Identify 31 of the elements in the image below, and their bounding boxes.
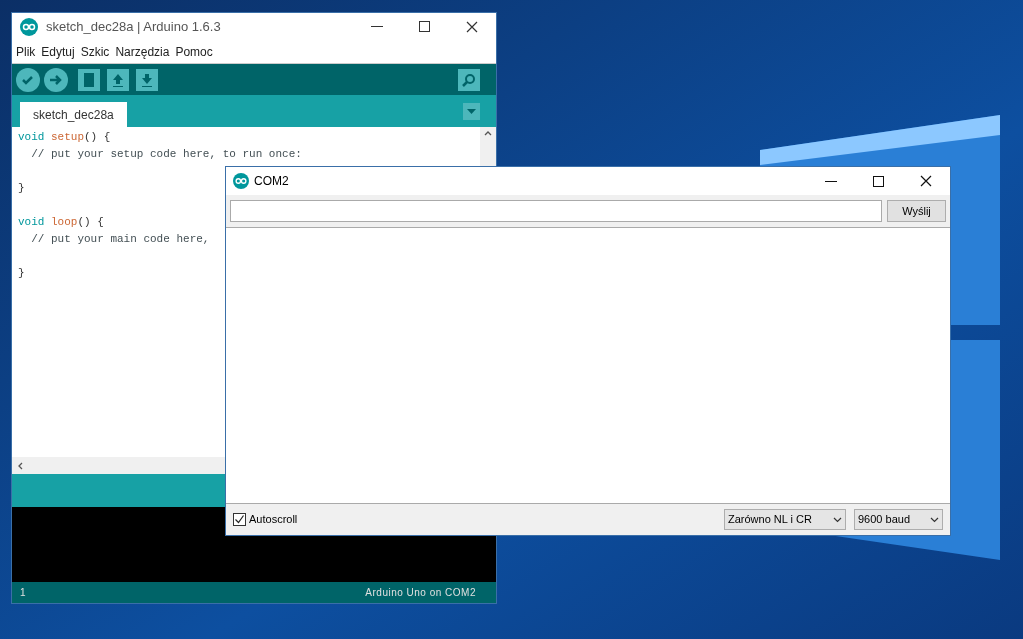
serial-monitor-search-icon[interactable] (458, 68, 480, 91)
chevron-down-icon (930, 516, 939, 523)
arduino-logo-icon (20, 17, 38, 36)
verify-check-icon[interactable] (16, 67, 40, 92)
maximize-icon[interactable] (873, 175, 884, 187)
new-file-icon[interactable] (78, 68, 100, 91)
window-title: sketch_dec28a | Arduino 1.6.3 (46, 17, 221, 36)
line-number: 1 (20, 586, 27, 600)
send-button[interactable]: Wyślij (887, 200, 946, 222)
menu-item[interactable]: Edytuj (41, 42, 75, 61)
scroll-left-icon[interactable] (17, 461, 23, 470)
send-input-field[interactable] (230, 200, 882, 222)
file-tab[interactable]: sketch_dec28a (20, 102, 127, 127)
scroll-up-icon[interactable] (484, 130, 492, 136)
arduino-logo-icon (233, 173, 249, 189)
menu-item[interactable]: Narzędzia (115, 42, 170, 61)
menu-item[interactable]: Pomoc (175, 42, 213, 61)
maximize-icon[interactable] (419, 21, 430, 32)
chevron-down-icon (833, 516, 842, 523)
window-title: COM2 (254, 173, 289, 190)
close-icon[interactable] (466, 20, 478, 33)
minimize-icon[interactable] (825, 180, 837, 182)
close-icon[interactable] (920, 175, 932, 187)
baud-rate-dropdown[interactable]: 9600 baud (854, 509, 943, 530)
tab-menu-dropdown-icon[interactable] (463, 103, 480, 120)
autoscroll-label: Autoscroll (249, 512, 298, 528)
line-ending-dropdown[interactable]: Zarówno NL i CR (724, 509, 846, 530)
menu-item[interactable]: Szkic (80, 42, 110, 61)
board-port-label: Arduino Uno on COM2 (365, 586, 476, 600)
menu-item[interactable]: Plik (16, 42, 36, 61)
autoscroll-checkbox[interactable] (233, 513, 246, 526)
